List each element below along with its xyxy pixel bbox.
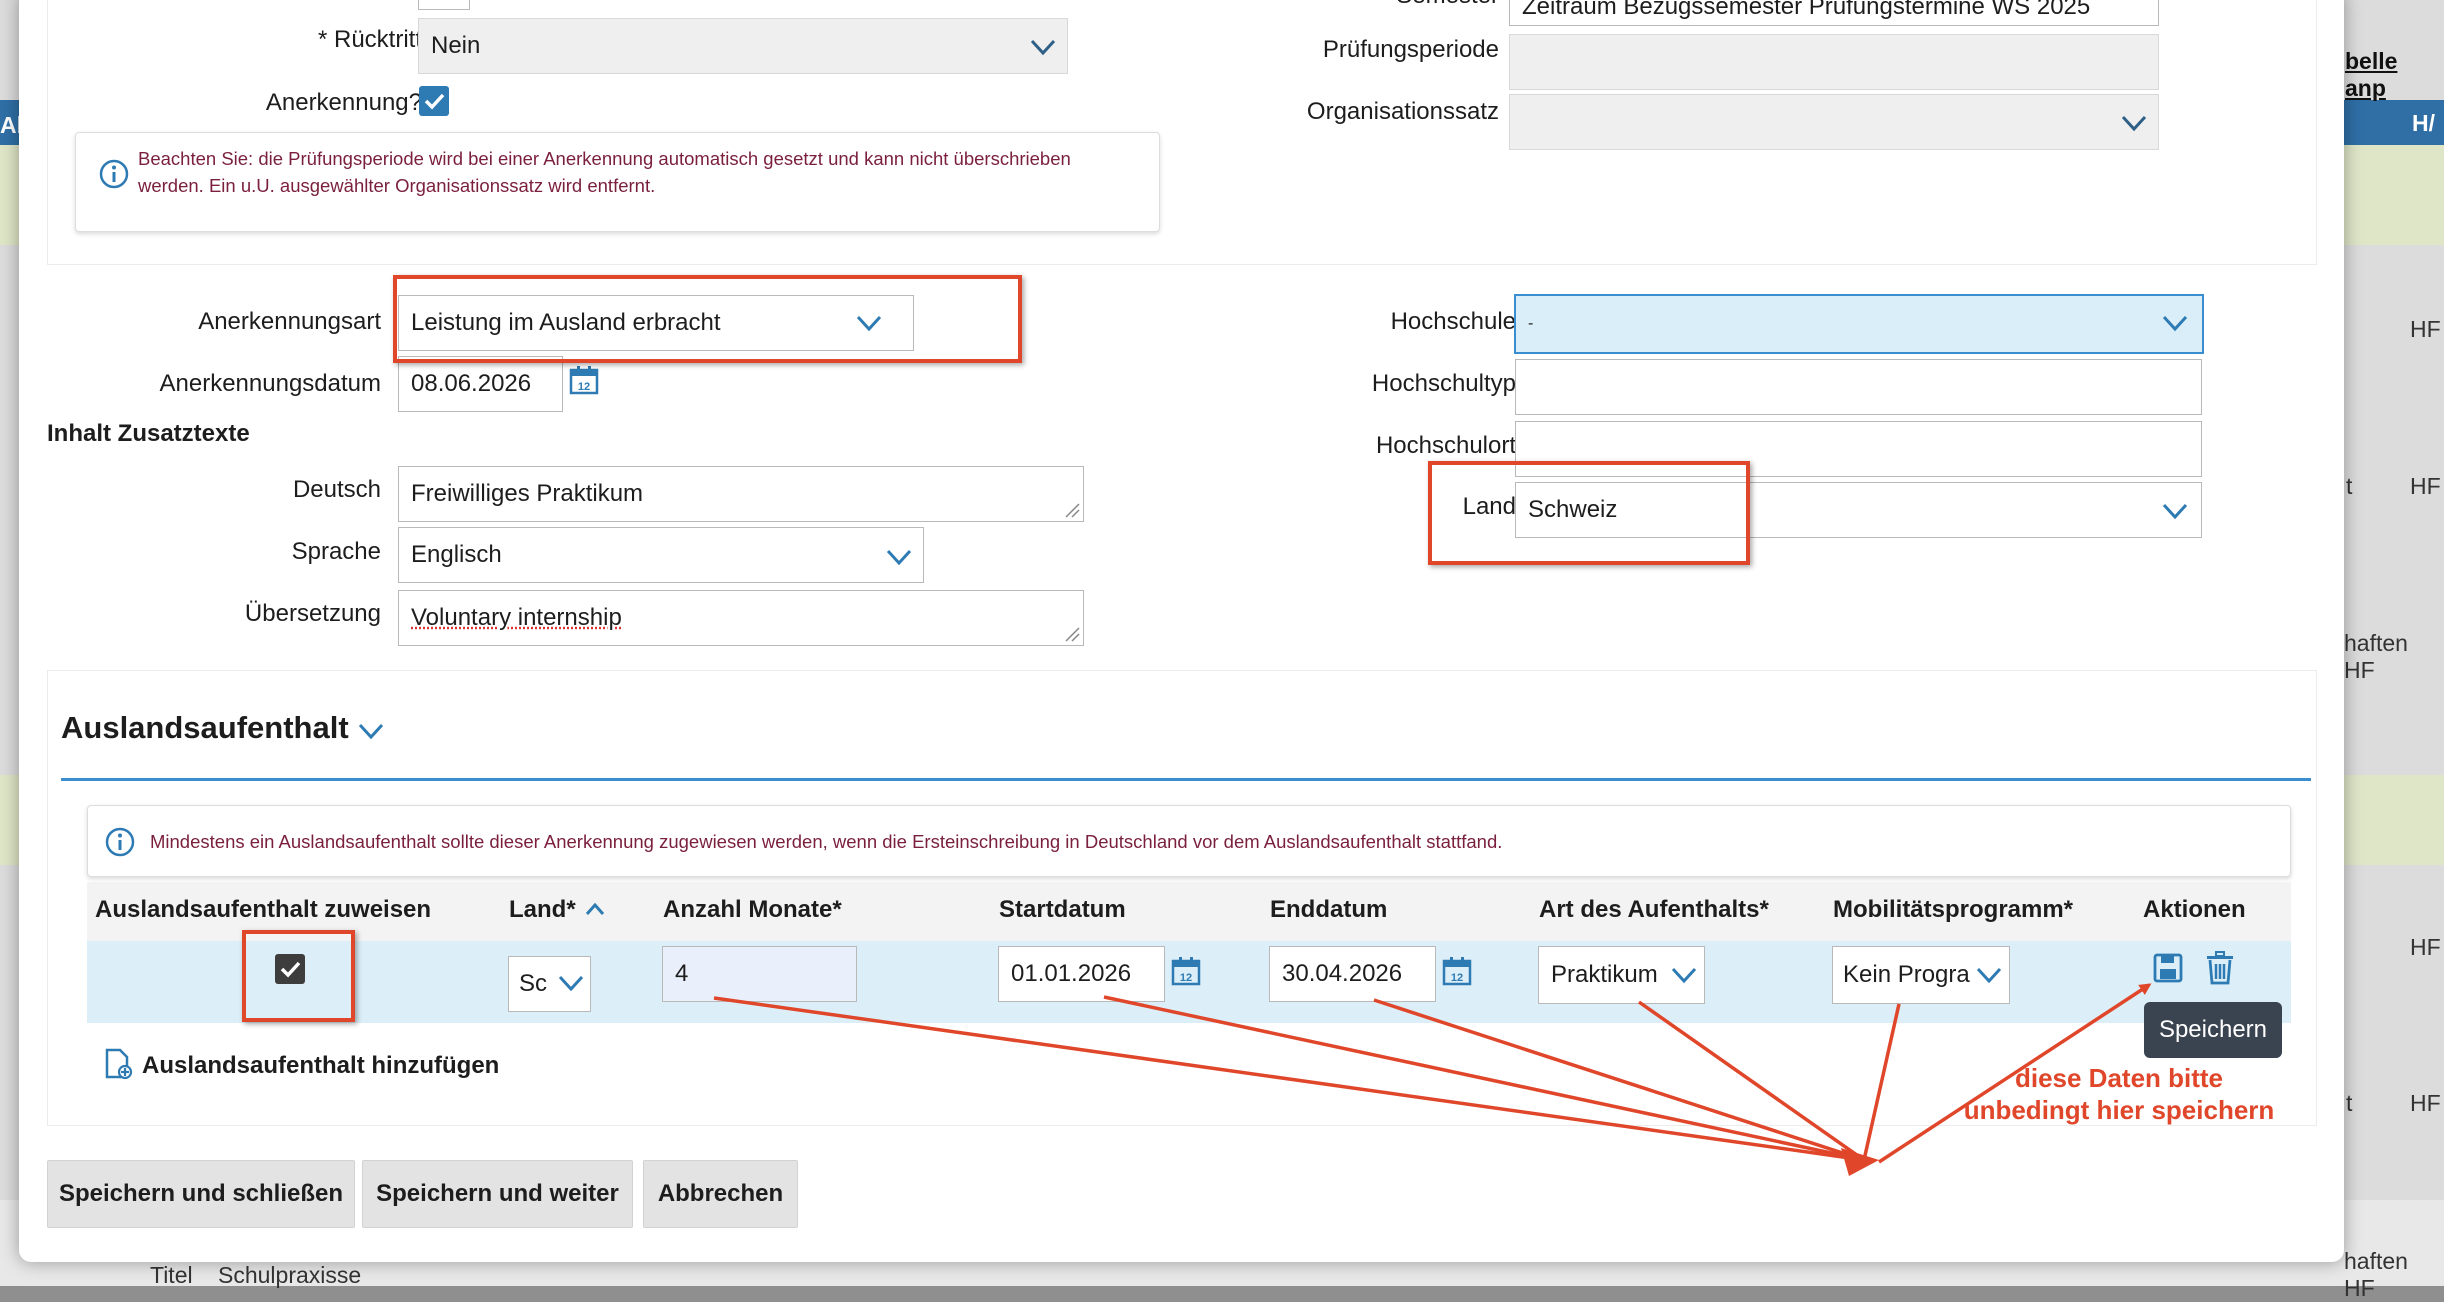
annotation-arrow: [1864, 1004, 1899, 1160]
bg-cell: Schulpraxisse: [218, 1262, 361, 1289]
bg-cell: HF: [2410, 473, 2441, 500]
bg-cell: HF: [2410, 934, 2441, 961]
bg-cell: HF: [2410, 316, 2441, 343]
bg-cell: t: [2346, 1090, 2352, 1117]
annotation-arrowhead: [1841, 1148, 1879, 1176]
bg-header-cell: H/: [2412, 110, 2435, 137]
bg-cell: haften HF: [2344, 630, 2444, 684]
bg-cell: Titel: [150, 1262, 193, 1289]
recognition-dialog: * Rücktritt Nein Anerkennung? Beachten S…: [19, 0, 2344, 1262]
annotation-arrows: [19, 0, 2344, 1262]
annotation-arrow: [1879, 985, 2149, 1162]
annotation-arrow: [714, 998, 1864, 1160]
bg-cell: HF: [2410, 1090, 2441, 1117]
bg-link[interactable]: belle anp: [2345, 48, 2444, 102]
bg-cell: haften HF: [2344, 1248, 2444, 1302]
annotation-arrow: [1374, 1000, 1864, 1160]
bg-cell: t: [2346, 473, 2352, 500]
